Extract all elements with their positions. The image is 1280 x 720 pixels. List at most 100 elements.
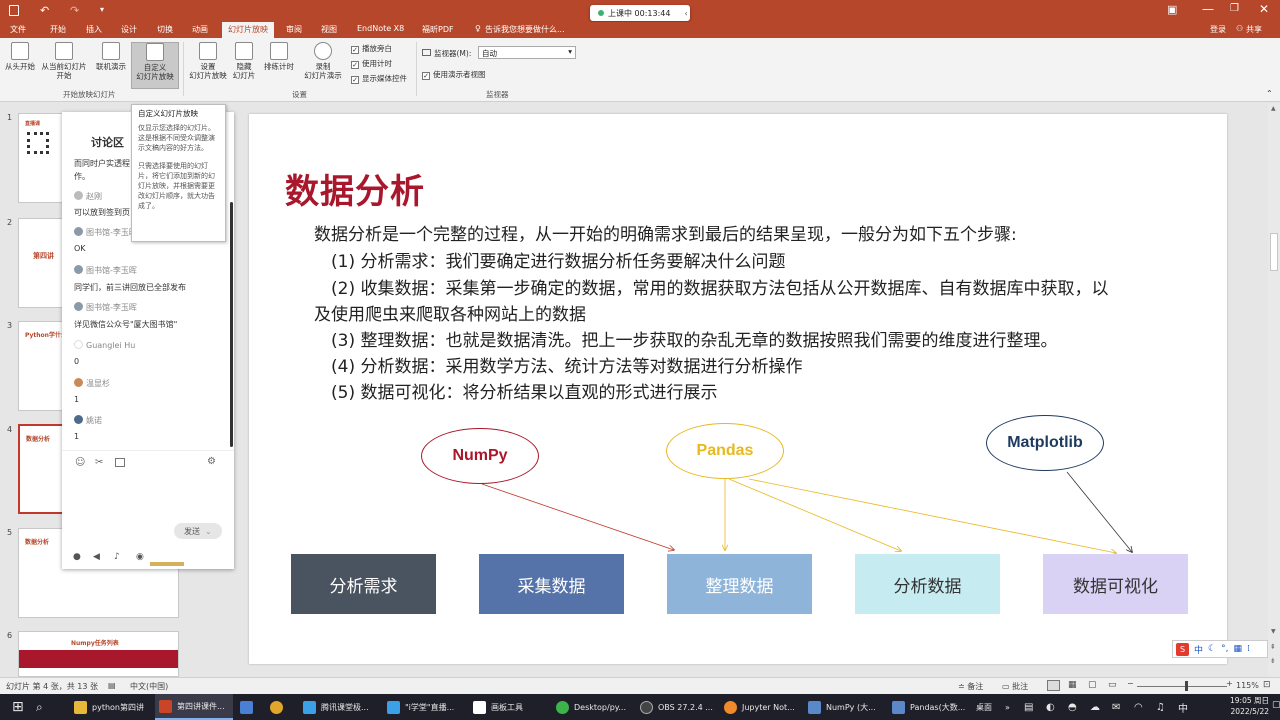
- restore-icon[interactable]: ❐: [1230, 3, 1239, 14]
- windows-start-icon[interactable]: ⊞: [12, 694, 24, 720]
- scissors-icon[interactable]: ✂: [95, 457, 103, 468]
- notes-button[interactable]: ≐ 备注: [958, 681, 983, 692]
- normal-view-icon[interactable]: [1047, 680, 1060, 691]
- share-button[interactable]: 共享: [1246, 24, 1262, 35]
- taskbar-item[interactable]: Desktop/py...: [556, 694, 634, 720]
- collapse-chevron-icon[interactable]: ‹: [684, 9, 687, 18]
- volume-icon[interactable]: ♫: [1156, 694, 1165, 720]
- tab-home[interactable]: 开始: [50, 24, 66, 35]
- slideshow-view-icon[interactable]: ▭: [1108, 680, 1117, 690]
- chat-scrollbar[interactable]: [230, 202, 233, 447]
- music-icon[interactable]: ♪: [114, 552, 120, 562]
- zoom-slider[interactable]: [1137, 686, 1227, 687]
- wifi-icon[interactable]: ◠: [1134, 694, 1143, 720]
- notification-icon[interactable]: ▢: [1272, 700, 1280, 710]
- tab-transitions[interactable]: 切换: [157, 24, 173, 35]
- fit-slide-icon[interactable]: ⊡: [1263, 680, 1271, 690]
- zoom-thumb[interactable]: [1185, 681, 1188, 691]
- slide-scrollbar[interactable]: ▲ ▼ ⇞ ⇟: [1268, 103, 1280, 677]
- tab-foxit-pdf[interactable]: 福昕PDF: [422, 24, 454, 35]
- taskbar-item[interactable]: Pandas(大数...: [892, 694, 970, 720]
- tab-slideshow[interactable]: 幻灯片放映: [222, 22, 274, 38]
- show-desktop-link[interactable]: 桌面: [976, 694, 992, 720]
- custom-slideshow-button[interactable]: 自定义 幻灯片放映: [131, 42, 179, 89]
- tab-view[interactable]: 视图: [321, 24, 337, 35]
- taskbar-item[interactable]: 画板工具: [473, 694, 551, 720]
- tab-file[interactable]: 文件: [10, 24, 26, 35]
- spellcheck-icon[interactable]: ▤: [108, 681, 116, 690]
- tab-endnote[interactable]: EndNote X8: [357, 24, 404, 33]
- settings-icon[interactable]: ⚙: [207, 456, 216, 467]
- search-icon[interactable]: ⌕: [36, 694, 43, 720]
- tray-icon[interactable]: ☁: [1090, 694, 1100, 720]
- scroll-thumb[interactable]: [1270, 233, 1278, 271]
- taskbar-item[interactable]: python第四讲: [74, 694, 152, 720]
- media-controls-checkbox[interactable]: ✓ 显示媒体控件: [351, 73, 407, 84]
- tab-design[interactable]: 设计: [121, 24, 137, 35]
- clock[interactable]: 19:05 周日 2022/5/22: [1230, 695, 1269, 717]
- tray-chevron-icon[interactable]: »: [1005, 694, 1010, 720]
- taskbar-item[interactable]: [240, 694, 258, 720]
- slide-number: 2: [7, 218, 13, 227]
- rehearse-timings-button[interactable]: 排练计时: [261, 42, 297, 71]
- ime-toolbar[interactable]: S 中 ☾ °, ▦ ⁞: [1172, 640, 1268, 658]
- customize-icon[interactable]: ▾: [100, 5, 104, 14]
- speaker-icon[interactable]: ◀: [93, 552, 100, 562]
- from-current-slide-button[interactable]: 从当前幻灯片 开始: [39, 42, 89, 80]
- emoji-icon[interactable]: ☺: [75, 457, 85, 468]
- network-icon[interactable]: ▤: [1024, 694, 1033, 720]
- taskbar-item[interactable]: "i学堂"直播...: [387, 694, 465, 720]
- from-beginning-button[interactable]: 从头开始: [3, 42, 37, 71]
- prev-slide-icon[interactable]: ⇞: [1270, 643, 1276, 651]
- zoom-in-icon[interactable]: +: [1226, 679, 1233, 688]
- language-indicator[interactable]: 中文(中国): [130, 681, 168, 692]
- minimize-icon[interactable]: —: [1202, 2, 1214, 16]
- ime-icon[interactable]: 中: [1178, 694, 1188, 720]
- taskbar-item[interactable]: Jupyter Not...: [724, 694, 802, 720]
- close-icon[interactable]: ✕: [1259, 2, 1269, 16]
- sign-in-link[interactable]: 登录: [1210, 24, 1226, 35]
- present-online-button[interactable]: 联机演示: [93, 42, 129, 71]
- reading-view-icon[interactable]: ▢: [1088, 680, 1097, 690]
- scroll-down-icon[interactable]: ▼: [1271, 628, 1276, 635]
- play-narrations-checkbox[interactable]: ✓ 播放旁白: [351, 43, 392, 54]
- tab-insert[interactable]: 插入: [86, 24, 102, 35]
- image-icon[interactable]: [115, 458, 125, 467]
- slide-canvas[interactable]: 数据分析 数据分析是一个完整的过程，从一开始的明确需求到最后的结果呈现，一般分为…: [249, 114, 1227, 664]
- zoom-out-icon[interactable]: −: [1127, 679, 1134, 688]
- tell-me-box[interactable]: 告诉我您想要做什么...: [485, 24, 565, 35]
- tray-icon[interactable]: ◓: [1068, 694, 1077, 720]
- mic-icon[interactable]: ●: [73, 552, 81, 562]
- location-icon[interactable]: ◉: [136, 552, 144, 562]
- monitor-select[interactable]: 自动 ▾: [478, 46, 576, 59]
- undo-icon[interactable]: ↶: [40, 4, 49, 17]
- presenter-view-checkbox[interactable]: ✓ 使用演示者视图: [422, 69, 486, 80]
- taskbar-item[interactable]: NumPy (大...: [808, 694, 886, 720]
- tray-icon[interactable]: ◐: [1046, 694, 1055, 720]
- recording-pill[interactable]: 上课中 00:13:44 ‹: [590, 5, 690, 21]
- tray-icon[interactable]: ✉: [1112, 694, 1120, 720]
- ribbon-tab-bar: 文件 开始 插入 设计 切换 动画 幻灯片放映 审阅 视图 EndNote X8…: [0, 22, 1280, 38]
- record-slideshow-button[interactable]: 录制 幻灯片演示: [300, 42, 346, 80]
- next-slide-icon[interactable]: ⇟: [1270, 657, 1276, 665]
- use-timings-checkbox[interactable]: ✓ 使用计时: [351, 58, 392, 69]
- comments-button[interactable]: ▭ 批注: [1002, 681, 1028, 692]
- save-icon[interactable]: [9, 5, 19, 16]
- taskbar-item[interactable]: 腾讯课堂极...: [303, 694, 381, 720]
- redo-icon[interactable]: ↷: [70, 4, 79, 17]
- ribbon-display-icon[interactable]: ▣: [1167, 3, 1177, 16]
- zoom-level[interactable]: 115%: [1236, 681, 1259, 690]
- chat-message-author: 赵刚: [74, 191, 102, 202]
- taskbar-item[interactable]: [270, 694, 288, 720]
- collapse-ribbon-icon[interactable]: ⌃: [1266, 89, 1273, 98]
- slide-thumbnail-6[interactable]: Numpy任务列表: [18, 631, 179, 677]
- scroll-up-icon[interactable]: ▲: [1271, 105, 1276, 112]
- hide-slide-button[interactable]: 隐藏 幻灯片: [230, 42, 258, 80]
- tab-review[interactable]: 审阅: [286, 24, 302, 35]
- slide-sorter-icon[interactable]: ▦: [1068, 680, 1077, 690]
- taskbar-item-active[interactable]: 第四讲课件...: [155, 694, 233, 720]
- setup-slideshow-button[interactable]: 设置 幻灯片放映: [186, 42, 230, 80]
- send-button[interactable]: 发送 ⌄: [174, 523, 222, 539]
- tab-animations[interactable]: 动画: [192, 24, 208, 35]
- taskbar-item[interactable]: OBS 27.2.4 ...: [640, 694, 718, 720]
